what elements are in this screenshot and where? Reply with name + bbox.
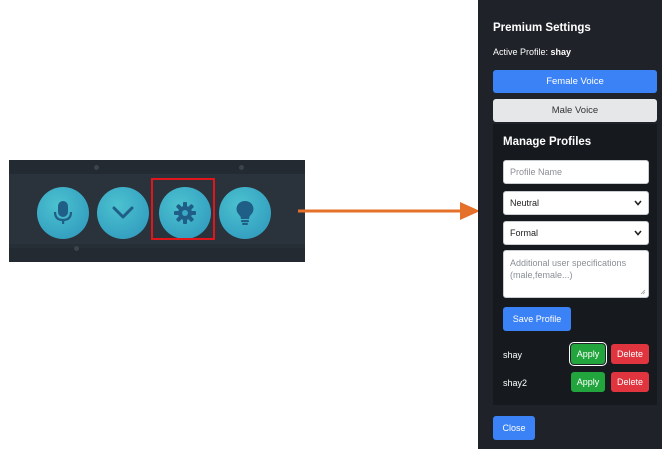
microphone-icon [53, 201, 73, 224]
toolbar-band-bottom [9, 248, 305, 262]
active-profile-label: Active Profile: [493, 47, 549, 57]
chevron-down-icon [112, 206, 134, 219]
female-voice-button[interactable]: Female Voice [493, 70, 657, 93]
assistant-toolbar [9, 160, 305, 262]
apply-profile-button[interactable]: Apply [571, 344, 605, 364]
toolbar-dot [74, 246, 79, 251]
settings-highlight-box [151, 178, 215, 240]
apply-profile-button[interactable]: Apply [571, 372, 605, 392]
profile-name-placeholder: Profile Name [510, 167, 563, 177]
premium-settings-panel: Premium Settings Active Profile: shay Fe… [478, 0, 662, 449]
toolbar-dot [94, 165, 99, 170]
profile-name: shay [503, 350, 523, 360]
close-button[interactable]: Close [493, 416, 535, 440]
resize-handle-icon[interactable] [640, 289, 646, 295]
tone-select-value: Neutral [510, 198, 540, 208]
style-select-value: Formal [510, 228, 539, 238]
active-profile-value: shay [550, 47, 572, 57]
style-select[interactable]: Formal [503, 221, 649, 245]
microphone-button[interactable] [37, 187, 89, 239]
toolbar-band-top [9, 160, 305, 174]
profile-row: shay Apply Delete [503, 344, 649, 366]
panel-title: Premium Settings [493, 22, 591, 34]
lightbulb-icon [236, 201, 254, 225]
pointer-arrow [298, 202, 480, 220]
toolbar-dot [239, 165, 244, 170]
chevron-down-icon [634, 230, 642, 236]
male-voice-button[interactable]: Male Voice [493, 99, 657, 122]
suggestions-button[interactable] [219, 187, 271, 239]
user-specifications-textarea[interactable]: Additional user specifications (male,fem… [503, 250, 649, 298]
save-profile-button[interactable]: Save Profile [503, 307, 571, 331]
collapse-button[interactable] [97, 187, 149, 239]
manage-profiles-title: Manage Profiles [503, 136, 592, 148]
user-specifications-placeholder: Additional user specifications (male,fem… [510, 258, 627, 280]
manage-profiles-section: Manage Profiles Profile Name Neutral For… [493, 124, 657, 405]
chevron-down-icon [634, 200, 642, 206]
delete-profile-button[interactable]: Delete [611, 372, 649, 392]
active-profile-text: Active Profile: shay [493, 47, 571, 57]
profile-name-input[interactable]: Profile Name [503, 160, 649, 184]
tone-select[interactable]: Neutral [503, 191, 649, 215]
profile-name: shay2 [503, 378, 528, 388]
delete-profile-button[interactable]: Delete [611, 344, 649, 364]
profile-row: shay2 Apply Delete [503, 372, 649, 394]
